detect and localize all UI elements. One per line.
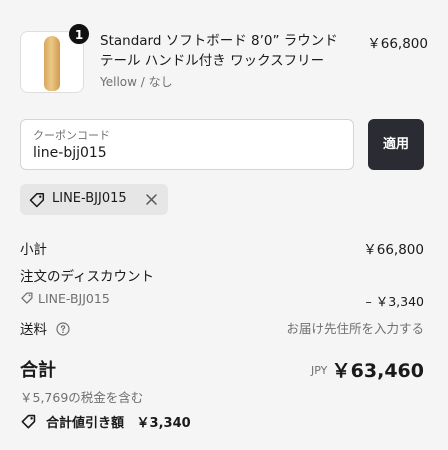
apply-button[interactable]: 適用 bbox=[368, 119, 424, 170]
quantity-badge: 1 bbox=[68, 23, 90, 45]
order-discount-label: 注文のディスカウント bbox=[20, 269, 155, 285]
product-price: ￥66,800 bbox=[367, 36, 428, 52]
shipping-label-group: 送料 bbox=[20, 318, 70, 338]
remove-coupon-icon[interactable] bbox=[144, 192, 159, 207]
subtotal-label: 小計 bbox=[20, 242, 47, 258]
discount-code-text: LINE-BJJ015 bbox=[38, 291, 110, 306]
savings-tag-icon bbox=[21, 414, 36, 429]
total-value: ￥63,460 bbox=[331, 360, 424, 382]
discount-value: – ￥3,340 bbox=[365, 294, 424, 309]
product-variant: Yellow / なし bbox=[100, 75, 173, 89]
total-label: 合計 bbox=[20, 360, 56, 381]
coupon-input[interactable]: クーポンコード line-bjj015 bbox=[20, 119, 354, 170]
savings-text: 合計値引き額 ￥3,340 bbox=[46, 412, 191, 431]
product-title-line-2: テール ハンドル付き ワックスフリー bbox=[100, 53, 325, 69]
discount-code: LINE-BJJ015 bbox=[20, 291, 110, 306]
total-currency: JPY bbox=[311, 364, 328, 377]
coupon-input-value[interactable]: line-bjj015 bbox=[33, 145, 107, 161]
line-item: 1 Standard ソフトボード 8’0” ラウンド テール ハンドル付き ワ… bbox=[20, 23, 428, 93]
coupon-input-label: クーポンコード bbox=[33, 129, 110, 142]
product-title: Standard ソフトボード 8’0” ラウンド テール ハンドル付き ワック… bbox=[100, 31, 350, 71]
tax-note: ￥5,769の税金を含む bbox=[20, 390, 144, 405]
shipping-label: 送料 bbox=[20, 322, 47, 338]
surfboard-image bbox=[44, 36, 60, 91]
tag-icon bbox=[21, 292, 33, 304]
savings-value: ￥3,340 bbox=[136, 416, 191, 431]
shipping-value: お届け先住所を入力する bbox=[286, 321, 424, 336]
help-icon[interactable] bbox=[56, 322, 70, 336]
applied-coupon-code: LINE-BJJ015 bbox=[52, 191, 127, 206]
product-title-line-1: Standard ソフトボード 8’0” ラウンド bbox=[100, 33, 338, 49]
subtotal-value: ￥66,800 bbox=[363, 242, 424, 258]
savings-label: 合計値引き額 bbox=[46, 416, 125, 431]
tag-icon bbox=[29, 192, 45, 208]
applied-coupon-chip: LINE-BJJ015 bbox=[20, 184, 168, 215]
